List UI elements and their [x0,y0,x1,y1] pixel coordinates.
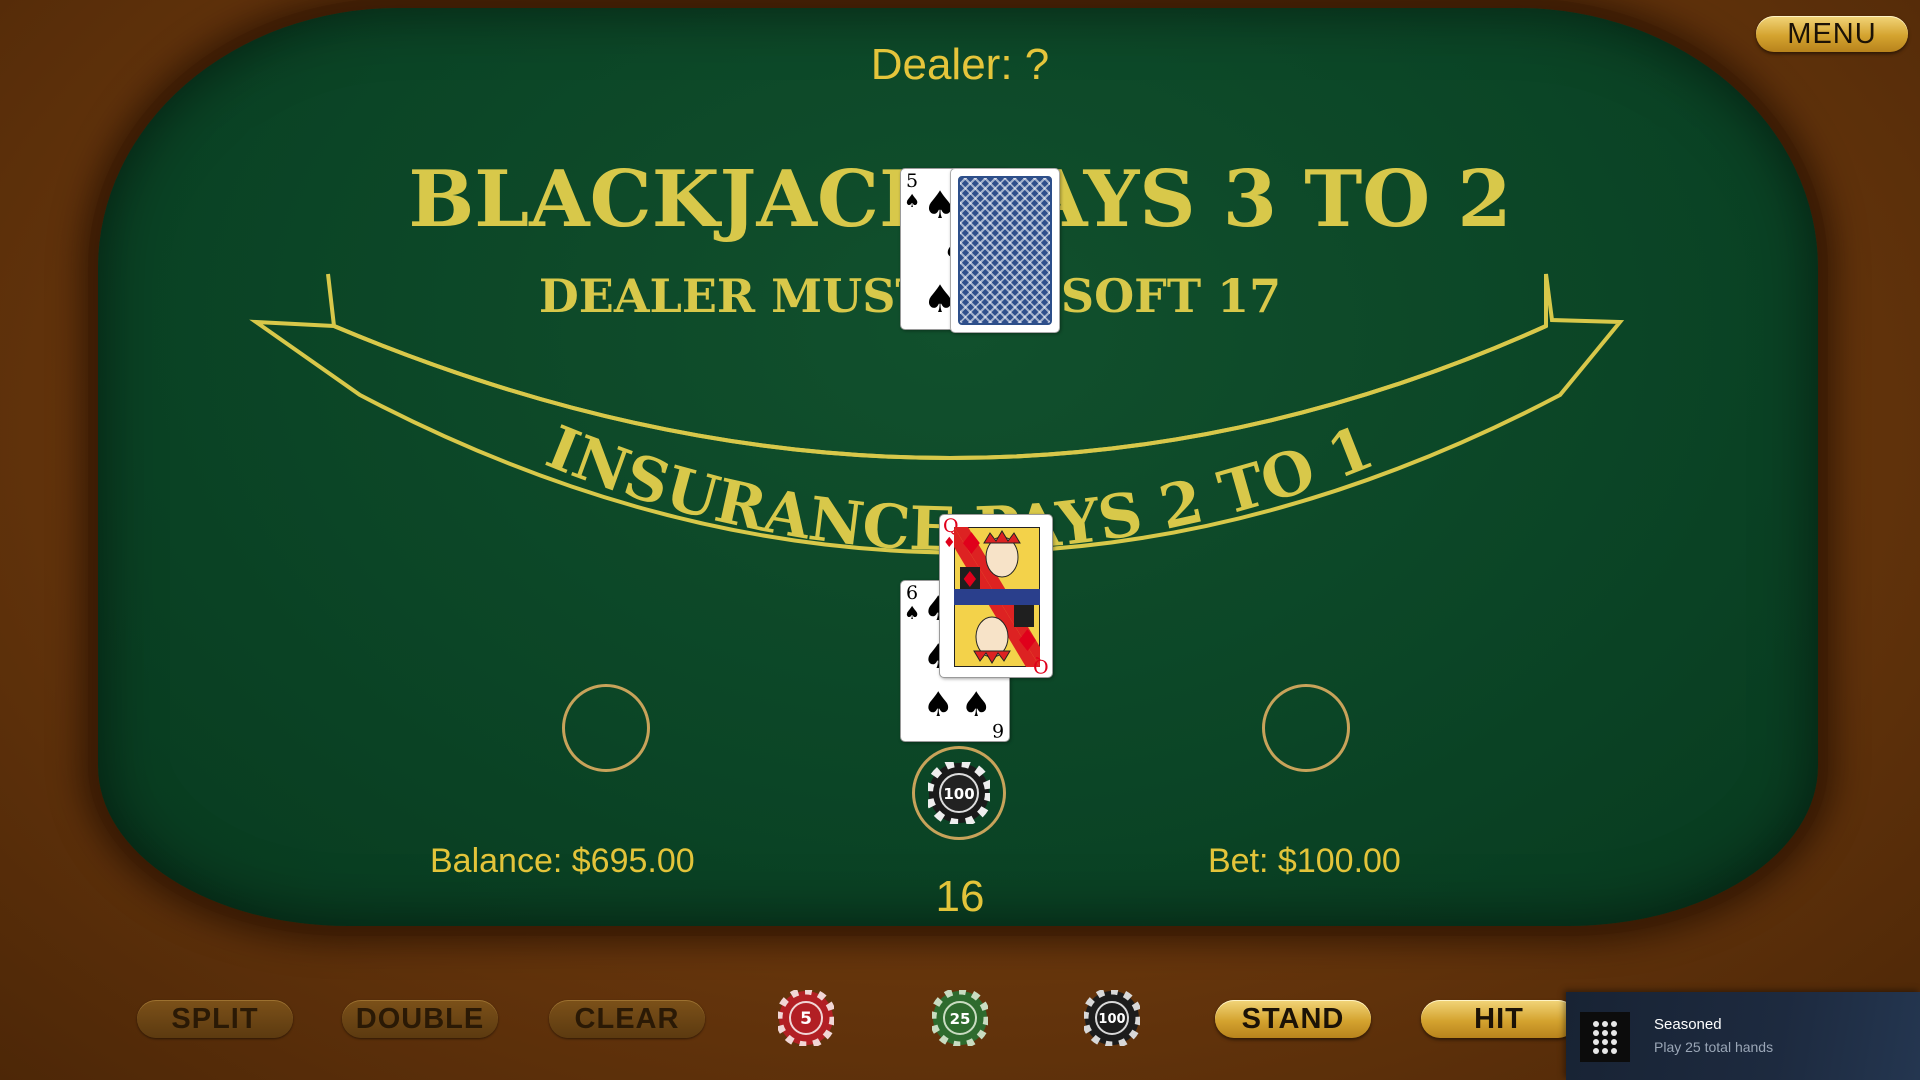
svg-text:100: 100 [943,785,974,803]
achievement-toast[interactable]: Seasoned Play 25 total hands [1566,992,1920,1080]
dice-grid-icon [1580,1012,1630,1062]
svg-text:100: 100 [1098,1012,1125,1027]
double-button[interactable]: DOUBLE [342,1000,498,1038]
dealer-card-hole [950,168,1060,333]
chip-25-button[interactable]: 25 [932,990,988,1046]
card-rank: 5 [906,170,919,192]
achievement-title: Seasoned [1654,1016,1722,1033]
card-rank: 6 [991,719,1004,741]
bet-spot-right[interactable] [1262,684,1350,772]
chip-5-button[interactable]: 5 [778,990,834,1046]
svg-text:♦: ♦ [960,568,980,593]
dealer-label: Dealer: ? [870,40,1050,89]
bet-spot-left[interactable] [562,684,650,772]
card-rank: Q [1033,655,1049,677]
svg-text:25: 25 [950,1010,971,1028]
player-hand-total: 16 [935,872,985,921]
svg-text:5: 5 [800,1009,812,1029]
card-back-pattern [958,176,1052,325]
spade-pip: ♠ [923,685,954,725]
spade-pip: ♠ [961,685,992,725]
card-rank: 6 [906,582,919,604]
split-button[interactable]: SPLIT [137,1000,293,1038]
clear-button[interactable]: CLEAR [549,1000,705,1038]
card-suit-small: ♠ [904,191,921,212]
player-card-2: Q ♦ ♦ ♦ ♦ Q [939,514,1053,678]
card-suit-small: ♠ [904,603,921,624]
hit-button[interactable]: HIT [1421,1000,1577,1038]
chip-100-button[interactable]: 100 [1084,990,1140,1046]
stand-button[interactable]: STAND [1215,1000,1371,1038]
achievement-subtitle: Play 25 total hands [1654,1039,1774,1055]
svg-text:♦: ♦ [1014,624,1040,659]
bet-chip-100: 100 [928,762,990,824]
diamond-pip: ♦ [958,527,985,562]
